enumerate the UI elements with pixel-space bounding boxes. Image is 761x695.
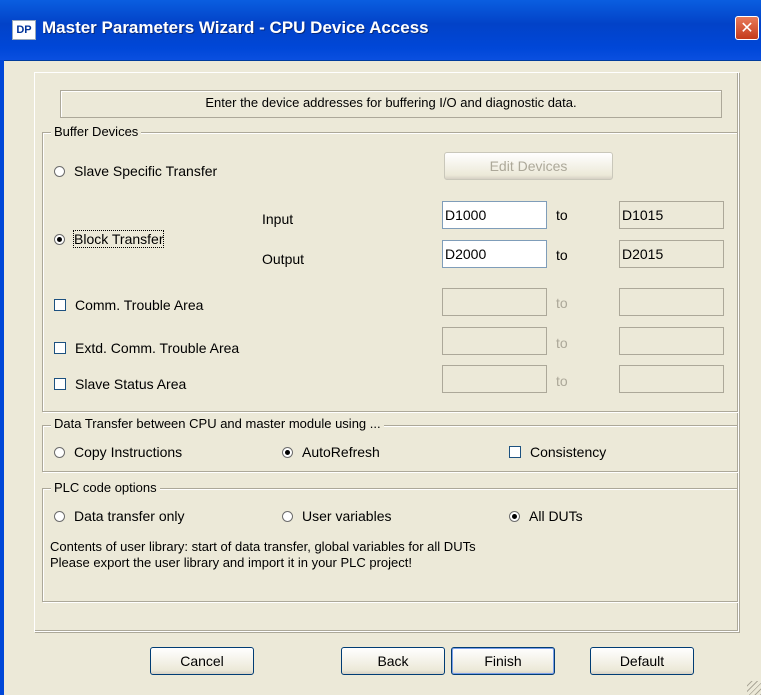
radio-indicator [509, 511, 520, 522]
extd-comm-trouble-to-label: to [556, 335, 568, 351]
data-transfer-legend: Data Transfer between CPU and master mod… [51, 416, 384, 431]
comm-trouble-area-checkbox[interactable]: Comm. Trouble Area [54, 297, 203, 313]
window-frame-left [0, 60, 4, 695]
extd-comm-trouble-area-checkbox[interactable]: Extd. Comm. Trouble Area [54, 340, 239, 356]
radio-indicator [54, 234, 65, 245]
title-bar[interactable]: DP Master Parameters Wizard - CPU Device… [0, 0, 761, 61]
radio-indicator [282, 447, 293, 458]
input-label: Input [262, 211, 294, 227]
close-icon: ✕ [740, 18, 754, 37]
dp-app-icon: DP [12, 20, 36, 40]
radio-indicator [54, 511, 65, 522]
slave-status-end-field [619, 365, 724, 393]
all-duts-radio[interactable]: All DUTs [509, 508, 583, 524]
plc-code-options-legend: PLC code options [51, 480, 160, 495]
comm-trouble-start-field [442, 288, 547, 316]
extd-comm-trouble-area-label: Extd. Comm. Trouble Area [75, 340, 240, 356]
data-transfer-only-radio[interactable]: Data transfer only [54, 508, 185, 524]
checkbox-indicator [54, 378, 66, 390]
radio-indicator [54, 447, 65, 458]
output-label: Output [262, 251, 305, 267]
block-transfer-label: Block Transfer [72, 230, 165, 248]
finish-button[interactable]: Finish [451, 647, 555, 675]
slave-specific-transfer-radio[interactable]: Slave Specific Transfer [54, 163, 217, 179]
radio-indicator [54, 166, 65, 177]
data-transfer-only-label: Data transfer only [74, 508, 185, 524]
buffer-devices-legend: Buffer Devices [51, 124, 142, 139]
plc-code-note-line2: Please export the user library and impor… [50, 555, 413, 570]
input-start-field[interactable]: D1000 [442, 201, 547, 229]
extd-comm-trouble-start-field [442, 327, 547, 355]
copy-instructions-radio[interactable]: Copy Instructions [54, 444, 182, 460]
consistency-checkbox[interactable]: Consistency [509, 444, 606, 460]
autorefresh-label: AutoRefresh [302, 444, 380, 460]
autorefresh-radio[interactable]: AutoRefresh [282, 444, 380, 460]
comm-trouble-to-label: to [556, 295, 568, 311]
checkbox-indicator [509, 446, 521, 458]
all-duts-label: All DUTs [529, 508, 583, 524]
slave-status-area-checkbox[interactable]: Slave Status Area [54, 376, 186, 392]
input-end-field: D1015 [619, 201, 724, 229]
slave-specific-transfer-label: Slave Specific Transfer [74, 163, 218, 179]
comm-trouble-area-label: Comm. Trouble Area [75, 297, 204, 313]
back-button[interactable]: Back [341, 647, 445, 675]
edit-devices-button[interactable]: Edit Devices [444, 152, 613, 180]
resize-grip[interactable] [747, 681, 761, 695]
user-variables-label: User variables [302, 508, 392, 524]
slave-status-start-field [442, 365, 547, 393]
consistency-label: Consistency [530, 444, 607, 460]
block-transfer-radio[interactable]: Block Transfer [54, 230, 165, 248]
output-end-field: D2015 [619, 240, 724, 268]
output-to-label: to [556, 247, 568, 263]
window-title: Master Parameters Wizard - CPU Device Ac… [42, 18, 429, 37]
input-to-label: to [556, 207, 568, 223]
output-start-field[interactable]: D2000 [442, 240, 547, 268]
plc-code-note-line1: Contents of user library: start of data … [50, 539, 476, 554]
checkbox-indicator [54, 342, 66, 354]
slave-status-to-label: to [556, 373, 568, 389]
user-variables-radio[interactable]: User variables [282, 508, 391, 524]
comm-trouble-end-field [619, 288, 724, 316]
default-button[interactable]: Default [590, 647, 694, 675]
slave-status-area-label: Slave Status Area [75, 376, 187, 392]
cancel-button[interactable]: Cancel [150, 647, 254, 675]
instruction-banner: Enter the device addresses for buffering… [60, 90, 722, 118]
extd-comm-trouble-end-field [619, 327, 724, 355]
close-button[interactable]: ✕ [735, 16, 759, 40]
copy-instructions-label: Copy Instructions [74, 444, 183, 460]
radio-indicator [282, 511, 293, 522]
checkbox-indicator [54, 299, 66, 311]
